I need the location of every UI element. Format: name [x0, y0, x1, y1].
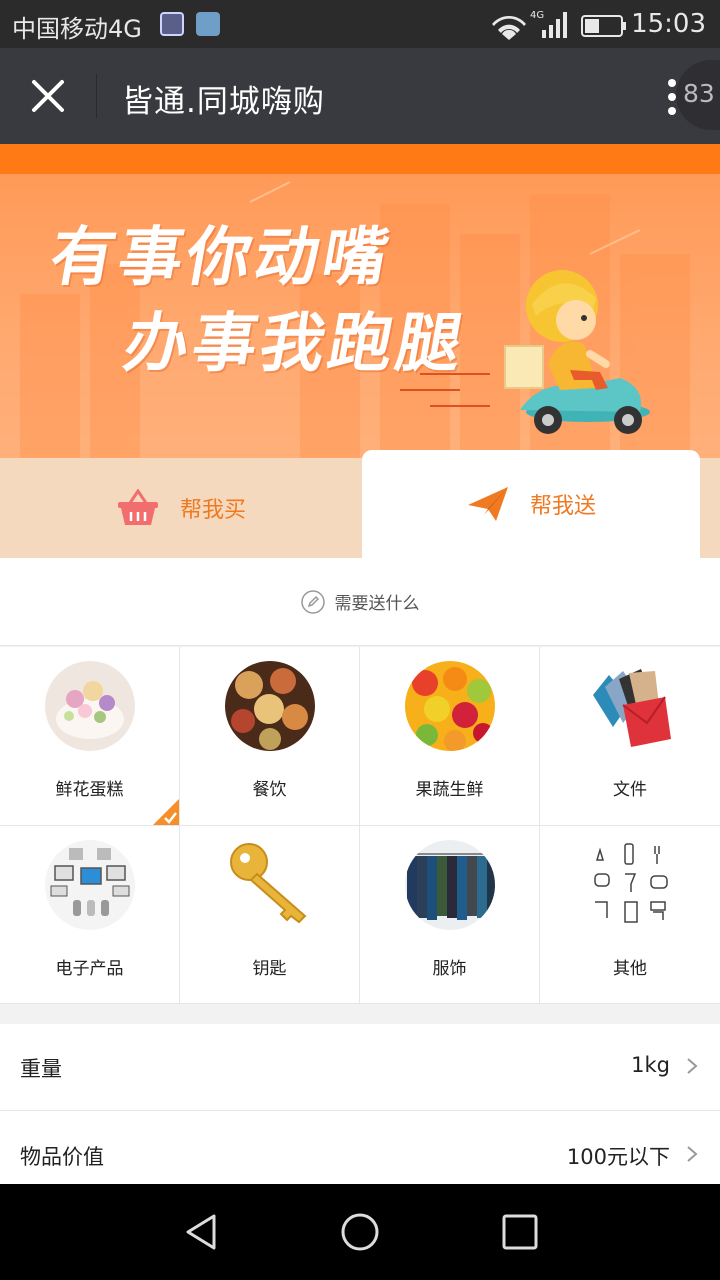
tab-help-me-send[interactable]: 帮我送	[362, 450, 700, 558]
flower-cake-image	[44, 661, 135, 751]
service-tabs: 帮我买 帮我送	[0, 450, 720, 558]
category-label: 电子产品	[55, 959, 124, 979]
category-other[interactable]: 其他	[540, 826, 720, 1004]
floating-badge[interactable]: 83	[676, 60, 720, 130]
category-label: 其他	[613, 959, 647, 979]
electronics-image	[44, 840, 135, 930]
page-title: 皆通.同城嗨购	[122, 84, 325, 120]
category-clothing[interactable]: 服饰	[360, 826, 540, 1004]
chevron-right-icon	[687, 1058, 698, 1074]
category-label: 文件	[613, 780, 647, 800]
category-electronics[interactable]: 电子产品	[0, 826, 180, 1004]
webview-title-bar: 皆通.同城嗨购 83	[0, 48, 720, 144]
network-type: 4G	[530, 10, 544, 21]
item-value-label: 物品价值	[20, 1145, 104, 1169]
basket-icon	[117, 489, 158, 525]
fruit-image	[404, 661, 495, 751]
carrier-label: 中国移动4G	[12, 15, 142, 43]
close-icon[interactable]	[30, 78, 66, 114]
chevron-right-icon	[687, 1146, 698, 1162]
signal-wifi-battery-icon: 4G	[492, 10, 626, 40]
misc-items-image	[585, 840, 675, 930]
tab-help-me-buy[interactable]: 帮我买	[0, 458, 362, 558]
category-catering[interactable]: 餐饮	[180, 647, 360, 826]
documents-image	[585, 661, 675, 751]
weight-label: 重量	[20, 1057, 62, 1081]
category-fruit-veg[interactable]: 果蔬生鲜	[360, 647, 540, 826]
food-image	[224, 661, 315, 751]
category-flowers-cake[interactable]: 鲜花蛋糕	[0, 647, 180, 826]
back-icon[interactable]	[182, 1212, 222, 1252]
category-label: 钥匙	[252, 959, 287, 979]
category-label: 服饰	[432, 959, 467, 979]
selected-check-icon	[153, 799, 179, 825]
category-keys[interactable]: 钥匙	[180, 826, 360, 1004]
banner-slogan-line1: 有事你动嘴	[44, 221, 398, 295]
category-documents[interactable]: 文件	[540, 647, 720, 826]
category-grid: 鲜花蛋糕 餐饮 果蔬生鲜 文件 电子产品 钥匙 服饰 其他	[0, 647, 720, 1004]
tab-buy-label: 帮我买	[179, 498, 246, 523]
hint-text: 需要送什么	[334, 594, 420, 614]
clothing-image	[404, 840, 495, 930]
banner-slogan-line2: 办事我跑腿	[118, 307, 472, 381]
recents-icon[interactable]	[500, 1212, 540, 1252]
system-nav-bar	[0, 1184, 720, 1280]
tab-send-label: 帮我送	[529, 494, 596, 519]
clock: 15:03	[631, 9, 706, 39]
weight-value: 1kg	[631, 1053, 670, 1077]
edit-icon	[300, 589, 325, 614]
paper-plane-icon	[467, 487, 508, 521]
item-properties: 重量 1kg 物品价值 100元以下	[0, 1024, 720, 1184]
title-divider	[96, 74, 97, 118]
home-icon[interactable]	[340, 1212, 380, 1252]
banner-top-strip	[0, 144, 720, 174]
notification-app-icon	[160, 12, 184, 36]
notification-gallery-icon	[196, 12, 220, 36]
banner: 有事你动嘴 办事我跑腿	[0, 174, 720, 458]
item-value-value: 100元以下	[566, 1145, 670, 1169]
status-bar: 中国移动4G 4G 15:03	[0, 0, 720, 48]
weight-row[interactable]: 重量 1kg	[0, 1024, 720, 1111]
category-label: 鲜花蛋糕	[55, 780, 124, 800]
key-image	[224, 840, 315, 930]
category-label: 餐饮	[252, 780, 287, 800]
category-label: 果蔬生鲜	[415, 780, 484, 800]
item-hint: 需要送什么	[0, 558, 720, 646]
